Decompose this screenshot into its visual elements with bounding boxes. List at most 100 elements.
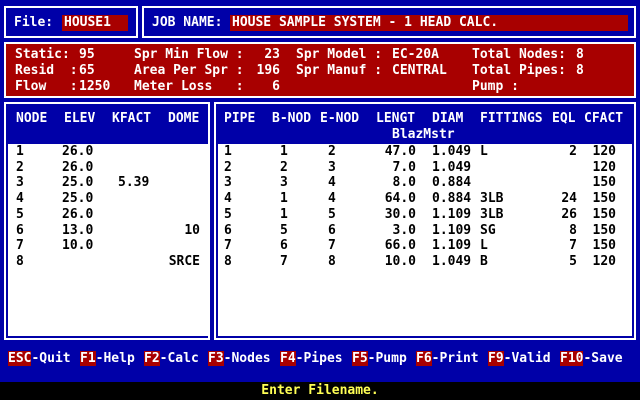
function-key-code: ESC	[8, 351, 32, 366]
pipe-cell[interactable]: 3	[328, 160, 336, 175]
function-key-code: F6	[416, 351, 432, 366]
node-cell[interactable]: 5	[16, 207, 24, 222]
pipe-cell[interactable]: 1	[280, 207, 288, 222]
resid-value[interactable]: 65	[79, 63, 95, 79]
pipe-cell[interactable]: 8	[224, 254, 232, 269]
node-cell[interactable]: 26.0	[62, 160, 93, 175]
node-cell[interactable]: 26.0	[62, 207, 93, 222]
pipe-cell[interactable]: 150	[566, 239, 616, 253]
node-cell[interactable]: 1	[16, 145, 24, 159]
pipe-cell[interactable]: 3	[280, 176, 288, 190]
pipe-cell[interactable]: B	[480, 254, 488, 269]
meter-loss-value[interactable]: 6	[250, 79, 280, 95]
area-per-spr-value[interactable]: 196	[250, 63, 280, 79]
pipe-cell[interactable]: 120	[566, 145, 616, 159]
node-cell[interactable]: 13.0	[62, 223, 93, 238]
pipe-cell[interactable]: 150	[566, 176, 616, 190]
pipe-cell[interactable]: SG	[480, 223, 496, 238]
pipe-material-label: BlazMstr	[392, 127, 455, 142]
pipe-cell[interactable]: 5	[280, 223, 288, 238]
function-key-f6[interactable]: F6-Print	[416, 351, 479, 367]
function-key-f3[interactable]: F3-Nodes	[208, 351, 271, 367]
pipe-cell[interactable]: 1.109	[432, 207, 471, 222]
pipe-cell[interactable]: 150	[566, 207, 616, 222]
node-cell[interactable]: 3	[16, 176, 24, 190]
function-key-code: F5	[352, 351, 368, 366]
pipe-cell[interactable]: 10.0	[366, 254, 416, 269]
pipe-cell[interactable]: 7	[224, 239, 232, 253]
file-input[interactable]: HOUSE1	[62, 15, 128, 31]
pipe-cell[interactable]: 2	[280, 160, 288, 175]
pipe-cell[interactable]: 120	[566, 254, 616, 269]
static-value[interactable]: 95	[79, 47, 95, 63]
pipe-cell[interactable]: L	[480, 239, 488, 253]
pipe-cell[interactable]: 3	[224, 176, 232, 190]
pipe-cell[interactable]: 1.109	[432, 223, 471, 238]
pipe-cell[interactable]: 7.0	[366, 160, 416, 175]
function-key-f9[interactable]: F9-Valid	[488, 351, 551, 367]
node-cell[interactable]: 25.0	[62, 176, 93, 190]
pipe-cell[interactable]: 4	[328, 176, 336, 190]
pipe-cell[interactable]: 3LB	[480, 192, 503, 206]
pipe-cell[interactable]: 7	[328, 239, 336, 253]
nodes-col-header: KFACT	[112, 111, 152, 126]
node-cell[interactable]: 10	[150, 223, 200, 238]
node-cell[interactable]: 2	[16, 160, 24, 175]
function-key-f2[interactable]: F2-Calc	[144, 351, 199, 367]
pipe-cell[interactable]: 5	[224, 207, 232, 222]
node-cell[interactable]: 4	[16, 192, 24, 206]
pipe-cell[interactable]: 2	[328, 145, 336, 159]
job-name-input[interactable]: HOUSE SAMPLE SYSTEM - 1 HEAD CALC.	[230, 15, 628, 31]
pipe-cell[interactable]: 66.0	[366, 239, 416, 253]
pipe-cell[interactable]: 1.049	[432, 254, 471, 269]
nodes-table[interactable]	[8, 144, 208, 336]
pipe-cell[interactable]: 150	[566, 192, 616, 206]
function-key-esc[interactable]: ESC-Quit	[8, 351, 71, 367]
pipe-cell[interactable]: 3LB	[480, 207, 503, 222]
node-cell[interactable]: 6	[16, 223, 24, 238]
node-cell[interactable]: 25.0	[62, 192, 93, 206]
pipe-cell[interactable]: 8	[328, 254, 336, 269]
spr-min-flow-value[interactable]: 23	[250, 47, 280, 63]
function-key-f10[interactable]: F10-Save	[560, 351, 623, 367]
pipe-cell[interactable]: 0.884	[432, 192, 471, 206]
pipe-cell[interactable]: 1	[224, 145, 232, 159]
pipe-cell[interactable]: 6	[280, 239, 288, 253]
pipe-cell[interactable]: 3.0	[366, 223, 416, 238]
pipe-cell[interactable]: 150	[566, 223, 616, 238]
pipe-cell[interactable]: 1.109	[432, 239, 471, 253]
pipe-cell[interactable]: 1.049	[432, 160, 471, 175]
pipe-cell[interactable]: L	[480, 145, 488, 159]
spr-model-value[interactable]: EC-20A	[392, 47, 439, 63]
function-key-code: F10	[560, 351, 584, 366]
node-cell[interactable]: SRCE	[150, 254, 200, 269]
node-cell[interactable]: 26.0	[62, 145, 93, 159]
pipe-cell[interactable]: 64.0	[366, 192, 416, 206]
pipe-cell[interactable]: 0.884	[432, 176, 471, 190]
pipe-cell[interactable]: 4	[328, 192, 336, 206]
node-cell[interactable]: 10.0	[62, 239, 93, 253]
pipe-cell[interactable]: 1	[280, 192, 288, 206]
function-key-label: -Save	[583, 351, 623, 366]
pipe-cell[interactable]: 5	[328, 207, 336, 222]
pipe-cell[interactable]: 2	[224, 160, 232, 175]
pipe-cell[interactable]: 120	[566, 160, 616, 175]
node-cell[interactable]: 7	[16, 239, 24, 253]
pipe-cell[interactable]: 6	[224, 223, 232, 238]
pipe-cell[interactable]: 30.0	[366, 207, 416, 222]
function-key-f1[interactable]: F1-Help	[80, 351, 135, 367]
pipe-cell[interactable]: 4	[224, 192, 232, 206]
pipe-cell[interactable]: 7	[280, 254, 288, 269]
function-key-f4[interactable]: F4-Pipes	[280, 351, 343, 367]
pipe-cell[interactable]: 47.0	[366, 145, 416, 159]
pipe-cell[interactable]: 1.049	[432, 145, 471, 159]
node-cell[interactable]: 8	[16, 254, 24, 269]
pipe-cell[interactable]: 6	[328, 223, 336, 238]
pipe-cell[interactable]: 8.0	[366, 176, 416, 190]
node-cell[interactable]: 5.39	[118, 176, 149, 190]
spr-manuf-value[interactable]: CENTRAL	[392, 63, 447, 79]
pipes-col-header: B-NOD	[272, 111, 312, 126]
function-key-f5[interactable]: F5-Pump	[352, 351, 407, 367]
pipe-cell[interactable]: 1	[280, 145, 288, 159]
flow-value[interactable]: 1250	[79, 79, 110, 95]
